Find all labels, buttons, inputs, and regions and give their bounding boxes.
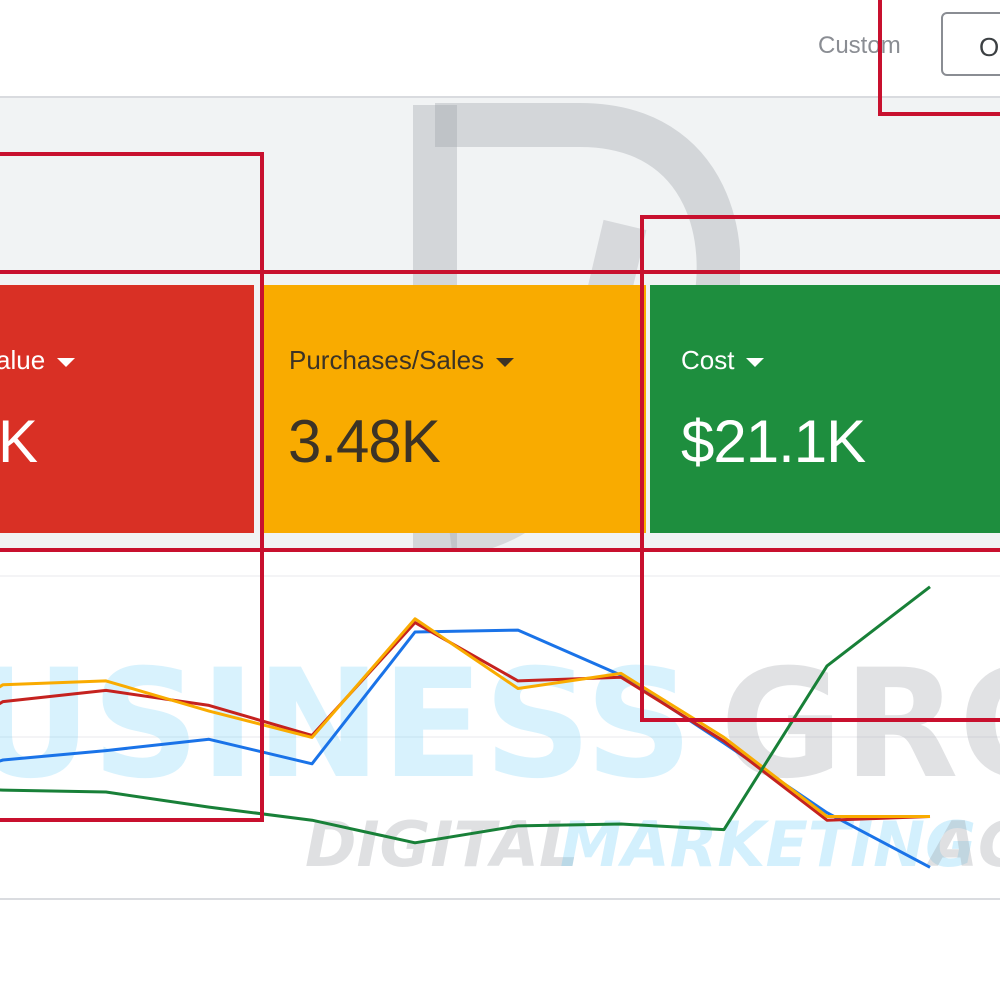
scorecard-title: Purchases/Sales: [289, 345, 485, 375]
watermark-text-group: GRO: [720, 638, 1000, 812]
scorecard-value: K: [0, 408, 38, 475]
footer-area: [0, 900, 1000, 1000]
dropdown-caret-icon[interactable]: [57, 357, 76, 367]
watermark-text-marketing: MARKETING: [560, 808, 976, 881]
scorecard-value: $21.1K: [681, 408, 866, 475]
scorecard-conversion-value[interactable]: alue K: [0, 285, 254, 533]
scorecard-purchases-sales[interactable]: Purchases/Sales 3.48K: [264, 285, 646, 533]
scorecard-title: alue: [0, 345, 46, 375]
timeseries-chart: USINESS GRO DIGITAL MARKETING AG: [0, 548, 1000, 900]
dropdown-caret-icon[interactable]: [746, 357, 765, 367]
dropdown-caret-icon[interactable]: [496, 357, 515, 367]
scorecard-cost[interactable]: Cost $21.1K: [650, 285, 1000, 533]
timeseries-chart-svg: USINESS GRO DIGITAL MARKETING AG: [0, 575, 1000, 881]
date-range-button[interactable]: O: [941, 12, 1000, 76]
watermark-text-agency: AG: [925, 808, 1000, 881]
date-range-type-label: Custom: [818, 32, 901, 59]
scorecard-value: 3.48K: [288, 408, 441, 475]
watermark-text-business: USINESS: [0, 638, 693, 812]
report-header-bar: Custom O: [0, 0, 1000, 98]
watermark-text-digital: DIGITAL: [305, 808, 578, 881]
scorecard-title: Cost: [681, 345, 735, 375]
